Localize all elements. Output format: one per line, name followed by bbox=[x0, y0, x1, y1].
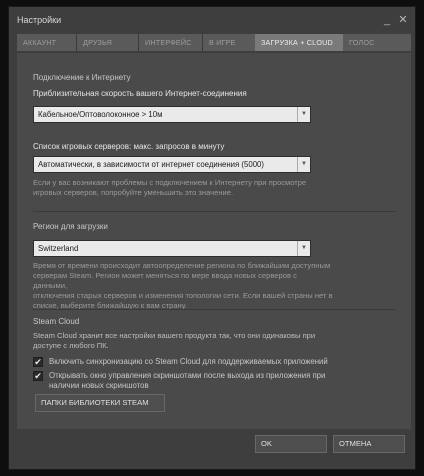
cloud-description: Steam Cloud хранит все настройки вашего … bbox=[33, 331, 363, 351]
region-section: Регион для загрузки Switzerland ▼ Время … bbox=[33, 222, 333, 310]
region-hint-line: Время от времени происходит автоопределе… bbox=[33, 261, 331, 270]
tab-friends[interactable]: ДРУЗЬЯ bbox=[77, 34, 139, 51]
close-icon[interactable]: ✕ bbox=[397, 14, 409, 26]
speed-select[interactable]: Кабельное/Оптоволоконное > 10м ▼ bbox=[33, 106, 311, 123]
cloud-section: Steam Cloud Steam Cloud хранит все настр… bbox=[33, 317, 363, 391]
speed-label: Приблизительная скорость вашего Интернет… bbox=[33, 89, 247, 98]
cloud-sync-label: Включить синхронизацию со Steam Cloud дл… bbox=[49, 357, 328, 366]
window-title: Настройки bbox=[17, 15, 62, 25]
cloud-sync-checkbox[interactable]: ✔ bbox=[33, 357, 43, 367]
settings-window: Настройки _ ✕ АККАУНТ ДРУЗЬЯ ИНТЕРФЕЙС В… bbox=[8, 6, 416, 470]
chevron-down-icon[interactable]: ▼ bbox=[297, 241, 310, 256]
cloud-section-title: Steam Cloud bbox=[33, 317, 80, 326]
library-folders-button[interactable]: ПАПКИ БИБЛИОТЕКИ STEAM bbox=[35, 394, 165, 412]
cloud-description-line: доступе с любого ПК. bbox=[33, 341, 109, 350]
settings-panel: Подключение к Интернету Приблизительная … bbox=[17, 53, 411, 429]
divider bbox=[33, 309, 395, 310]
internet-section: Подключение к Интернету Приблизительная … bbox=[33, 73, 323, 133]
screenshot-manager-label-line: Открывать окно управления скриншотами по… bbox=[49, 371, 326, 380]
region-hint: Время от времени происходит автоопределе… bbox=[33, 261, 333, 311]
servers-label: Список игровых серверов: макс. запросов … bbox=[33, 142, 225, 151]
cancel-button[interactable]: ОТМЕНА bbox=[333, 435, 405, 453]
speed-select-value: Кабельное/Оптоволоконное > 10м bbox=[38, 110, 163, 119]
region-select[interactable]: Switzerland ▼ bbox=[33, 240, 311, 257]
servers-section: Список игровых серверов: макс. запросов … bbox=[33, 142, 333, 206]
region-section-title: Регион для загрузки bbox=[33, 222, 108, 231]
internet-section-title: Подключение к Интернету bbox=[33, 73, 131, 82]
servers-select[interactable]: Автоматически, в зависимости от интернет… bbox=[33, 156, 311, 173]
servers-hint-line: игровых серверов, попробуйте уменьшить э… bbox=[33, 188, 234, 197]
region-select-value: Switzerland bbox=[38, 244, 79, 253]
screenshot-manager-label: Открывать окно управления скриншотами по… bbox=[49, 371, 325, 391]
cloud-description-line: Steam Cloud хранит все настройки вашего … bbox=[33, 331, 316, 340]
region-hint-line: отключения старых серверов и изменения т… bbox=[33, 291, 333, 300]
screenshot-manager-checkbox[interactable]: ✔ bbox=[33, 371, 43, 381]
region-hint-line: серверам Steam. Регион может меняться по… bbox=[33, 271, 297, 290]
chevron-down-icon[interactable]: ▼ bbox=[297, 107, 310, 122]
screenshot-manager-option[interactable]: ✔ Открывать окно управления скриншотами … bbox=[33, 371, 363, 391]
title-bar[interactable]: Настройки _ ✕ bbox=[9, 7, 415, 33]
servers-hint-line: Если у вас возникают проблемы с подключе… bbox=[33, 178, 307, 187]
tab-downloads-cloud[interactable]: ЗАГРУЗКА + CLOUD bbox=[255, 34, 343, 51]
screenshot-manager-label-line: наличии новых скриншотов bbox=[49, 381, 149, 390]
minimize-icon[interactable]: _ bbox=[381, 14, 393, 26]
chevron-down-icon[interactable]: ▼ bbox=[297, 157, 310, 172]
cloud-sync-option[interactable]: ✔ Включить синхронизацию со Steam Cloud … bbox=[33, 357, 363, 369]
divider bbox=[33, 211, 395, 212]
servers-select-value: Автоматически, в зависимости от интернет… bbox=[38, 160, 264, 169]
tab-voice[interactable]: ГОЛОС bbox=[343, 34, 393, 51]
ok-button[interactable]: OK bbox=[255, 435, 327, 453]
tab-account[interactable]: АККАУНТ bbox=[17, 34, 77, 51]
tab-bar: АККАУНТ ДРУЗЬЯ ИНТЕРФЕЙС В ИГРЕ ЗАГРУЗКА… bbox=[17, 34, 411, 51]
tab-in-game[interactable]: В ИГРЕ bbox=[203, 34, 255, 51]
tab-interface[interactable]: ИНТЕРФЕЙС bbox=[139, 34, 203, 51]
servers-hint: Если у вас возникают проблемы с подключе… bbox=[33, 178, 306, 198]
